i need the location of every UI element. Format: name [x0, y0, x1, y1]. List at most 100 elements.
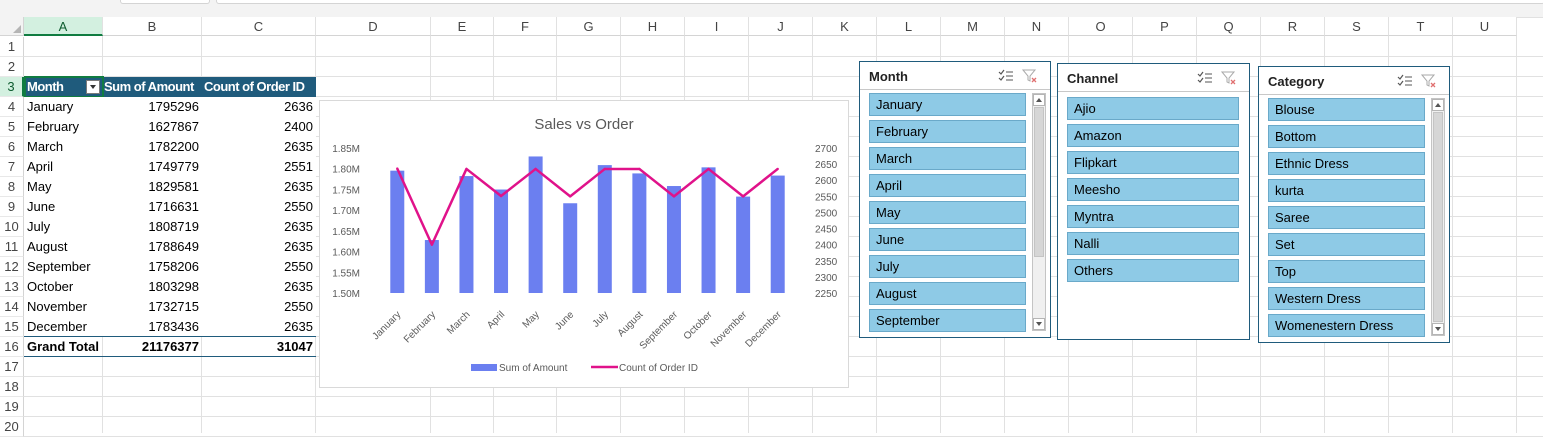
- row-header-2[interactable]: 2: [0, 57, 24, 77]
- row-header-5[interactable]: 5: [0, 117, 24, 137]
- channel-slicer[interactable]: Channel Ajio Amazon Flipkart Meesho Myntra Nal…: [1057, 63, 1250, 340]
- month-slicer[interactable]: Month January February March April May June Jul…: [859, 61, 1051, 338]
- month-slicer-item[interactable]: March: [869, 147, 1026, 170]
- category-slicer-item[interactable]: Set: [1268, 233, 1425, 256]
- pivot-row-amount[interactable]: 1803298: [103, 277, 202, 297]
- scroll-thumb[interactable]: [1433, 112, 1443, 322]
- select-all-corner[interactable]: [0, 17, 24, 36]
- column-header-f[interactable]: F: [494, 17, 557, 36]
- grand-total-amount[interactable]: 21176377: [103, 337, 202, 357]
- scroll-thumb[interactable]: [1034, 107, 1044, 257]
- pivot-row-month[interactable]: July: [24, 217, 103, 237]
- pivot-row-count[interactable]: 2635: [202, 237, 316, 257]
- pivot-header-count-order[interactable]: Count of Order ID: [202, 77, 316, 97]
- column-header-e[interactable]: E: [431, 17, 494, 36]
- column-header-o[interactable]: O: [1069, 17, 1133, 36]
- column-header-r[interactable]: R: [1261, 17, 1325, 36]
- pivot-row-month[interactable]: January: [24, 97, 103, 117]
- scroll-up-arrow-icon[interactable]: [1432, 99, 1444, 111]
- column-header-a[interactable]: A: [24, 17, 103, 36]
- tab-edge[interactable]: [120, 0, 210, 4]
- column-header-m[interactable]: M: [941, 17, 1005, 36]
- month-slicer-item[interactable]: January: [869, 93, 1026, 116]
- row-header-6[interactable]: 6: [0, 137, 24, 157]
- row-header-7[interactable]: 7: [0, 157, 24, 177]
- pivot-row-count[interactable]: 2550: [202, 197, 316, 217]
- scroll-down-arrow-icon[interactable]: [1033, 318, 1045, 330]
- month-slicer-item[interactable]: May: [869, 201, 1026, 224]
- pivot-row-count[interactable]: 2550: [202, 257, 316, 277]
- row-header-19[interactable]: 19: [0, 397, 24, 417]
- column-header-q[interactable]: Q: [1197, 17, 1261, 36]
- clear-filter-icon[interactable]: [1220, 71, 1237, 85]
- category-slicer-item[interactable]: Womenestern Dress: [1268, 314, 1425, 337]
- multi-select-icon[interactable]: [1197, 71, 1213, 85]
- pivot-row-amount[interactable]: 1808719: [103, 217, 202, 237]
- pivot-row-count[interactable]: 2635: [202, 137, 316, 157]
- sales-vs-order-chart[interactable]: Sales vs Order 1.50M 1.55M 1.60M 1.65M 1.70M 1…: [319, 100, 849, 388]
- pivot-row-count[interactable]: 2635: [202, 177, 316, 197]
- row-header-17[interactable]: 17: [0, 357, 24, 377]
- pivot-row-month[interactable]: June: [24, 197, 103, 217]
- pivot-row-month[interactable]: March: [24, 137, 103, 157]
- category-slicer-item[interactable]: Bottom: [1268, 125, 1425, 148]
- row-header-20[interactable]: 20: [0, 417, 24, 437]
- pivot-row-month[interactable]: December: [24, 317, 103, 337]
- pivot-row-amount[interactable]: 1732715: [103, 297, 202, 317]
- pivot-row-count[interactable]: 2400: [202, 117, 316, 137]
- pivot-row-amount[interactable]: 1783436: [103, 317, 202, 337]
- channel-slicer-item[interactable]: Amazon: [1067, 124, 1239, 147]
- row-header-14[interactable]: 14: [0, 297, 24, 317]
- column-header-l[interactable]: L: [877, 17, 941, 36]
- row-header-3[interactable]: 3: [0, 77, 24, 97]
- row-header-18[interactable]: 18: [0, 377, 24, 397]
- scroll-down-arrow-icon[interactable]: [1432, 323, 1444, 335]
- category-slicer-item[interactable]: kurta: [1268, 179, 1425, 202]
- row-header-8[interactable]: 8: [0, 177, 24, 197]
- pivot-row-count[interactable]: 2635: [202, 277, 316, 297]
- grand-total-label[interactable]: Grand Total: [24, 337, 103, 357]
- channel-slicer-item[interactable]: Others: [1067, 259, 1239, 282]
- pivot-row-count[interactable]: 2550: [202, 297, 316, 317]
- month-slicer-item[interactable]: June: [869, 228, 1026, 251]
- pivot-row-count[interactable]: 2635: [202, 217, 316, 237]
- pivot-row-month[interactable]: August: [24, 237, 103, 257]
- grand-total-count[interactable]: 31047: [202, 337, 316, 357]
- pivot-row-amount[interactable]: 1829581: [103, 177, 202, 197]
- scroll-up-arrow-icon[interactable]: [1033, 94, 1045, 106]
- month-slicer-item[interactable]: July: [869, 255, 1026, 278]
- channel-slicer-item[interactable]: Meesho: [1067, 178, 1239, 201]
- clear-filter-icon[interactable]: [1420, 74, 1437, 88]
- row-header-1[interactable]: 1: [0, 37, 24, 57]
- column-header-j[interactable]: J: [749, 17, 813, 36]
- month-slicer-item[interactable]: April: [869, 174, 1026, 197]
- column-header-g[interactable]: G: [557, 17, 621, 36]
- column-header-p[interactable]: P: [1133, 17, 1197, 36]
- pivot-row-count[interactable]: 2551: [202, 157, 316, 177]
- category-slicer-scrollbar[interactable]: [1431, 98, 1445, 336]
- pivot-row-month[interactable]: October: [24, 277, 103, 297]
- column-header-d[interactable]: D: [316, 17, 431, 36]
- channel-slicer-item[interactable]: Myntra: [1067, 205, 1239, 228]
- month-filter-dropdown-icon[interactable]: [86, 80, 100, 94]
- pivot-row-amount[interactable]: 1749779: [103, 157, 202, 177]
- column-header-b[interactable]: B: [103, 17, 202, 36]
- row-header-9[interactable]: 9: [0, 197, 24, 217]
- category-slicer-item[interactable]: Ethnic Dress: [1268, 152, 1425, 175]
- pivot-row-amount[interactable]: 1758206: [103, 257, 202, 277]
- pivot-row-count[interactable]: 2635: [202, 317, 316, 337]
- column-header-n[interactable]: N: [1005, 17, 1069, 36]
- column-header-t[interactable]: T: [1389, 17, 1453, 36]
- column-header-s[interactable]: S: [1325, 17, 1389, 36]
- month-slicer-scrollbar[interactable]: [1032, 93, 1046, 331]
- column-header-c[interactable]: C: [202, 17, 316, 36]
- category-slicer-item[interactable]: Western Dress: [1268, 287, 1425, 310]
- row-header-4[interactable]: 4: [0, 97, 24, 117]
- row-header-16[interactable]: 16: [0, 337, 24, 357]
- column-header-u[interactable]: U: [1453, 17, 1517, 36]
- category-slicer-item[interactable]: Saree: [1268, 206, 1425, 229]
- multi-select-icon[interactable]: [1397, 74, 1413, 88]
- row-header-10[interactable]: 10: [0, 217, 24, 237]
- pivot-row-month[interactable]: February: [24, 117, 103, 137]
- category-slicer-item[interactable]: Top: [1268, 260, 1425, 283]
